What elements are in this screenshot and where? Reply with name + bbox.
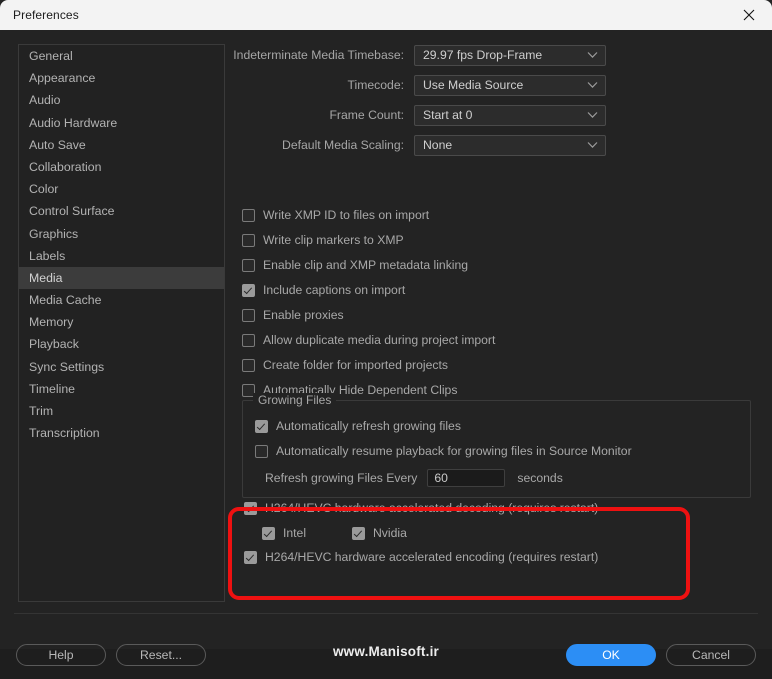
checkbox-nvidia[interactable]: Nvidia (352, 526, 407, 540)
refresh-interval-label: Refresh growing Files Every (265, 471, 418, 485)
sidebar-item-media[interactable]: Media (19, 266, 224, 290)
checkbox-box[interactable] (242, 258, 255, 272)
sidebar-item-transcription[interactable]: Transcription (19, 422, 224, 444)
checkbox-enable-proxies[interactable]: Enable proxies (242, 308, 344, 322)
checkbox-box[interactable] (242, 208, 255, 222)
checkbox-box[interactable] (244, 501, 257, 515)
select-timecode[interactable]: Use Media Source (414, 74, 606, 96)
sidebar-item-appearance[interactable]: Appearance (19, 67, 224, 89)
refresh-interval-row: Refresh growing Files Every 60 seconds (265, 469, 563, 487)
checkbox-label: H264/HEVC hardware accelerated decoding … (265, 501, 599, 515)
sidebar-item-general[interactable]: General (19, 45, 224, 67)
dialog-body: General Appearance Audio Audio Hardware … (0, 30, 772, 666)
ok-button[interactable]: OK (566, 644, 656, 666)
checkbox-label: Write clip markers to XMP (263, 233, 404, 247)
checkbox-box[interactable] (242, 358, 255, 372)
sidebar-item-playback[interactable]: Playback (19, 333, 224, 355)
checkbox-box[interactable] (242, 233, 255, 247)
label-indeterminate-media-timebase: Indeterminate Media Timebase: (233, 48, 404, 62)
select-value: 29.97 fps Drop-Frame (423, 48, 543, 62)
checkbox-include-captions-on-import[interactable]: Include captions on import (242, 283, 405, 297)
checkbox-write-xmp-id[interactable]: Write XMP ID to files on import (242, 208, 429, 222)
seconds-label: seconds (517, 471, 563, 485)
checkbox-label: Allow duplicate media during project imp… (263, 333, 496, 347)
sidebar-item-labels[interactable]: Labels (19, 245, 224, 267)
sidebar-item-sync-settings[interactable]: Sync Settings (19, 356, 224, 378)
label-frame-count: Frame Count: (329, 108, 404, 122)
checkbox-label: Write XMP ID to files on import (263, 208, 430, 222)
select-value: None (423, 138, 453, 152)
sidebar-item-control-surface[interactable]: Control Surface (19, 200, 224, 222)
refresh-interval-input[interactable]: 60 (427, 469, 506, 487)
select-value: Use Media Source (423, 78, 524, 92)
checkbox-box[interactable] (255, 419, 268, 433)
label-timecode: Timecode: (347, 78, 404, 92)
chevron-down-icon (587, 52, 598, 59)
checkbox-label: Automatically refresh growing files (276, 419, 461, 433)
sidebar-item-memory[interactable]: Memory (19, 311, 224, 333)
checkbox-automatically-refresh-growing-files[interactable]: Automatically refresh growing files (255, 419, 461, 433)
media-settings-pane: Indeterminate Media Timebase: 29.97 fps … (232, 44, 756, 602)
checkbox-label: Nvidia (373, 526, 407, 540)
checkbox-enable-clip-xmp-metadata-linking[interactable]: Enable clip and XMP metadata linking (242, 258, 468, 272)
checkbox-intel[interactable]: Intel (262, 526, 306, 540)
sidebar-item-collaboration[interactable]: Collaboration (19, 156, 224, 178)
select-default-media-scaling[interactable]: None (414, 134, 606, 156)
sidebar-item-media-cache[interactable]: Media Cache (19, 289, 224, 311)
checkbox-label: Enable proxies (263, 308, 344, 322)
checkbox-label: H264/HEVC hardware accelerated encoding … (265, 550, 599, 564)
checkbox-label: Create folder for imported projects (263, 358, 448, 372)
checkbox-label: Include captions on import (263, 283, 406, 297)
sidebar-item-auto-save[interactable]: Auto Save (19, 134, 224, 156)
dialog-footer: Help Reset... www.Manisoft.ir OK Cancel (0, 613, 772, 679)
window-title: Preferences (13, 8, 79, 22)
checkbox-box[interactable] (352, 526, 365, 540)
growing-files-group: Growing Files Automatically refresh grow… (242, 393, 751, 498)
label-default-media-scaling: Default Media Scaling: (282, 138, 404, 152)
sidebar-item-audio[interactable]: Audio (19, 89, 224, 111)
checkbox-allow-duplicate-media[interactable]: Allow duplicate media during project imp… (242, 333, 495, 347)
footer-divider (14, 613, 758, 614)
close-button[interactable] (726, 0, 772, 30)
close-icon (743, 9, 755, 21)
checkbox-label: Intel (283, 526, 307, 540)
cancel-button[interactable]: Cancel (666, 644, 756, 666)
checkbox-hw-accelerated-encoding[interactable]: H264/HEVC hardware accelerated encoding … (244, 550, 598, 564)
checkbox-write-clip-markers-to-xmp[interactable]: Write clip markers to XMP (242, 233, 404, 247)
select-frame-count[interactable]: Start at 0 (414, 104, 606, 126)
chevron-down-icon (587, 112, 598, 119)
sidebar-item-audio-hardware[interactable]: Audio Hardware (19, 112, 224, 134)
row-timecode: Timecode: Use Media Source (232, 74, 606, 96)
chevron-down-icon (587, 82, 598, 89)
select-value: Start at 0 (423, 108, 473, 122)
chevron-down-icon (587, 142, 598, 149)
select-indeterminate-media-timebase[interactable]: 29.97 fps Drop-Frame (414, 44, 606, 66)
row-frame-count: Frame Count: Start at 0 (232, 104, 606, 126)
preferences-window: Preferences General Appearance Audio Aud… (0, 0, 772, 666)
sidebar-item-graphics[interactable]: Graphics (19, 223, 224, 245)
sidebar-item-color[interactable]: Color (19, 178, 224, 200)
help-button[interactable]: Help (16, 644, 106, 666)
checkbox-box[interactable] (242, 333, 255, 347)
checkbox-automatically-resume-playback[interactable]: Automatically resume playback for growin… (255, 444, 632, 458)
category-sidebar[interactable]: General Appearance Audio Audio Hardware … (18, 44, 225, 602)
checkbox-hw-accelerated-decoding[interactable]: H264/HEVC hardware accelerated decoding … (244, 501, 598, 515)
sidebar-item-timeline[interactable]: Timeline (19, 378, 224, 400)
row-indeterminate-media-timebase: Indeterminate Media Timebase: 29.97 fps … (232, 44, 606, 66)
checkbox-label: Enable clip and XMP metadata linking (263, 258, 469, 272)
checkbox-label: Automatically resume playback for growin… (276, 444, 632, 458)
row-default-media-scaling: Default Media Scaling: None (232, 134, 606, 156)
sidebar-item-trim[interactable]: Trim (19, 400, 224, 422)
checkbox-box[interactable] (242, 308, 255, 322)
checkbox-box[interactable] (244, 550, 257, 564)
checkbox-box[interactable] (262, 526, 275, 540)
checkbox-create-folder-for-imported-projects[interactable]: Create folder for imported projects (242, 358, 448, 372)
title-bar: Preferences (0, 0, 772, 30)
growing-files-title: Growing Files (253, 393, 337, 407)
checkbox-box[interactable] (242, 283, 255, 297)
refresh-interval-value: 60 (434, 471, 448, 485)
checkbox-box[interactable] (255, 444, 268, 458)
reset-button[interactable]: Reset... (116, 644, 206, 666)
